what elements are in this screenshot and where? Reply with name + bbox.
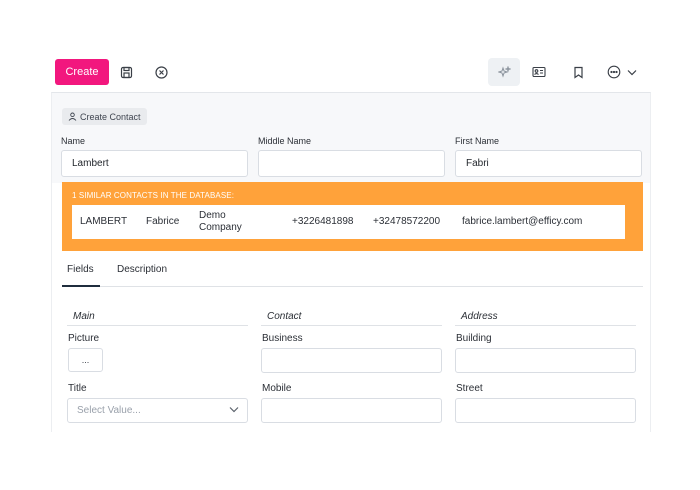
- section-contact-title: Contact: [267, 311, 302, 322]
- first-name-input[interactable]: Fabri: [455, 150, 642, 177]
- middle-name-label: Middle Name: [258, 136, 312, 146]
- contact-card-icon[interactable]: [529, 62, 549, 82]
- dup-first-name: Fabrice: [146, 216, 180, 227]
- contact-form-panel: Create Contact Name Lambert Middle Name …: [51, 92, 651, 432]
- title-select-placeholder: Select Value...: [77, 405, 141, 416]
- person-icon: [68, 112, 77, 121]
- title-label: Title: [68, 383, 87, 394]
- section-main-title: Main: [73, 311, 95, 322]
- duplicate-warning: 1 SIMILAR CONTACTS IN THE DATABASE: LAMB…: [62, 182, 643, 251]
- active-tab-indicator: [62, 285, 100, 287]
- duplicate-contact-row[interactable]: LAMBERT Fabrice Demo Company +3226481898…: [72, 205, 625, 239]
- name-input[interactable]: Lambert: [61, 150, 248, 177]
- select-chevron-icon: [229, 407, 239, 413]
- create-contact-badge: Create Contact: [62, 108, 147, 125]
- bookmark-icon[interactable]: [568, 62, 588, 82]
- business-label: Business: [262, 333, 303, 344]
- dup-company: Demo Company: [199, 210, 242, 233]
- cancel-circle-icon[interactable]: [151, 62, 171, 82]
- title-select[interactable]: Select Value...: [67, 398, 248, 423]
- tab-description[interactable]: Description: [117, 264, 167, 275]
- tab-fields[interactable]: Fields: [67, 264, 94, 275]
- toolbar: Create: [0, 54, 700, 90]
- ai-sparkle-icon[interactable]: [488, 58, 520, 86]
- middle-name-input[interactable]: [258, 150, 445, 177]
- dup-phone: +3226481898: [292, 216, 354, 227]
- dup-last-name: LAMBERT: [80, 216, 128, 227]
- picture-label: Picture: [68, 333, 100, 344]
- duplicate-warning-title: 1 SIMILAR CONTACTS IN THE DATABASE:: [72, 191, 235, 200]
- mobile-label: Mobile: [262, 383, 292, 394]
- street-input[interactable]: [455, 398, 636, 423]
- name-label: Name: [61, 136, 86, 146]
- form-tabs: Fields Description: [62, 257, 643, 287]
- dup-email: fabrice.lambert@efficy.com: [462, 216, 583, 227]
- dup-mobile: +32478572200: [373, 216, 441, 227]
- section-address-title: Address: [461, 311, 498, 322]
- more-options-icon[interactable]: [604, 62, 624, 82]
- building-label: Building: [456, 333, 492, 344]
- save-icon[interactable]: [116, 62, 136, 82]
- picture-browse-button[interactable]: ...: [68, 348, 103, 372]
- first-name-label: First Name: [455, 136, 500, 146]
- section-contact-divider: [261, 325, 442, 326]
- business-phone-input[interactable]: [261, 348, 442, 373]
- chevron-down-icon[interactable]: [622, 62, 642, 82]
- building-input[interactable]: [455, 348, 636, 373]
- street-label: Street: [456, 383, 483, 394]
- badge-label: Create Contact: [80, 111, 141, 122]
- mobile-phone-input[interactable]: [261, 398, 442, 423]
- create-button[interactable]: Create: [55, 59, 109, 85]
- section-main-divider: [67, 325, 248, 326]
- section-address-divider: [455, 325, 636, 326]
